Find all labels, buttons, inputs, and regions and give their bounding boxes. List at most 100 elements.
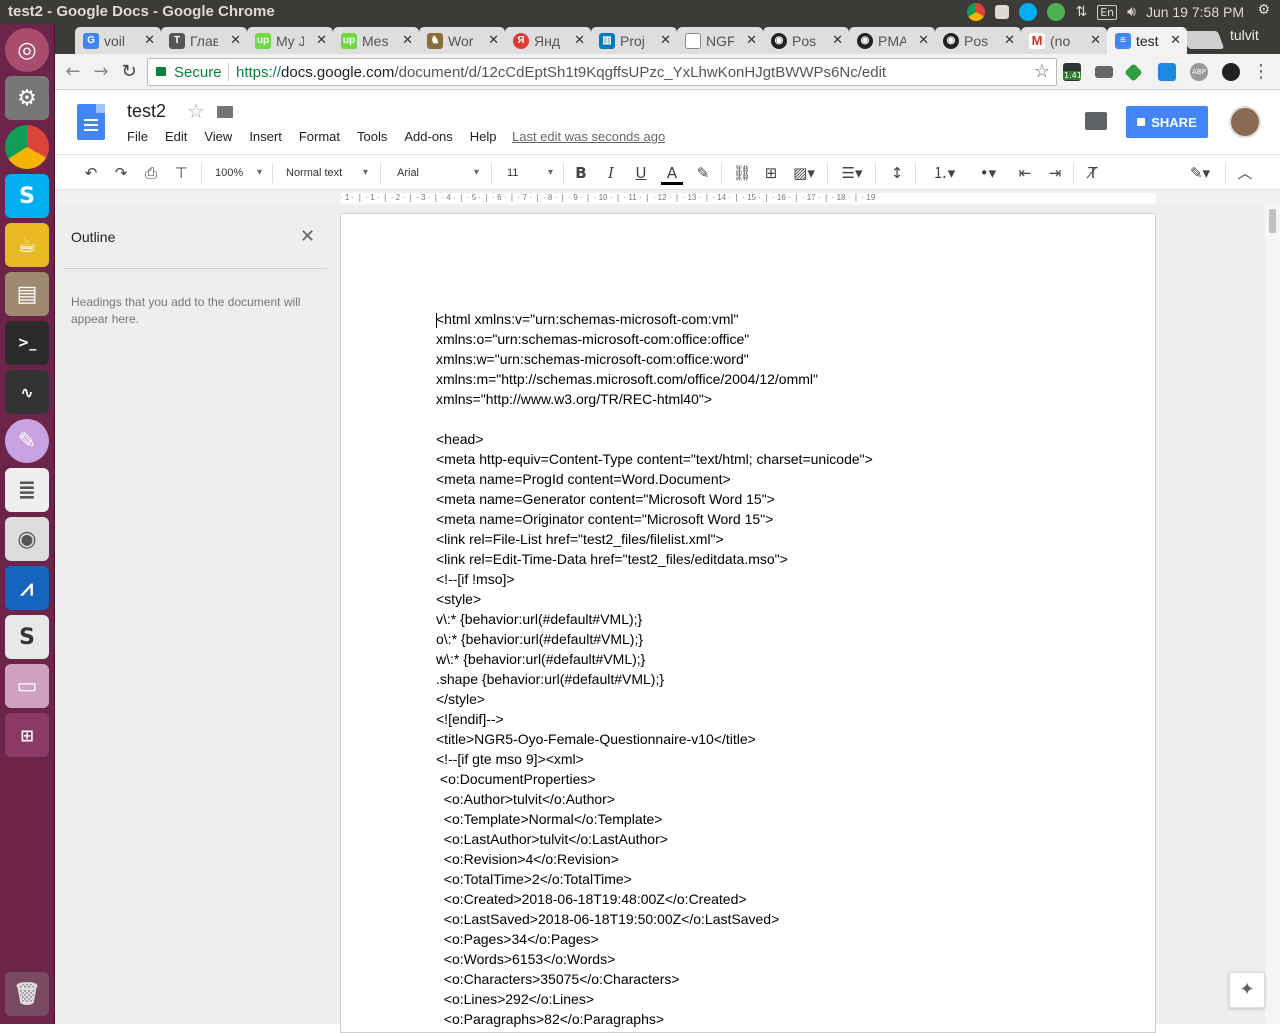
document-line[interactable]: v\:* {behavior:url(#default#VML);} (436, 609, 873, 629)
window-app-icon[interactable]: ▭ (5, 664, 49, 708)
ruler-scale[interactable]: · 1 · ❘ · 1 · ❘ · 2 · ❘ · 3 · ❘ · 4 · ❘ … (340, 193, 1156, 204)
close-tab-icon[interactable]: ✕ (574, 32, 585, 48)
clock[interactable]: Jun 19 7:58 PM (1146, 4, 1244, 20)
document-line[interactable]: <o:LastAuthor>tulvit</o:LastAuthor> (436, 829, 873, 849)
profile-button[interactable]: tulvit (1230, 27, 1280, 51)
tab[interactable]: ◉ Pos ✕ (763, 27, 849, 54)
document-line[interactable]: <!--[if !mso]> (436, 569, 873, 589)
tab[interactable]: ◉ PMA ✕ (849, 27, 935, 54)
close-tab-icon[interactable]: ✕ (746, 32, 757, 48)
increase-indent-icon[interactable]: ⇥ (1045, 163, 1065, 183)
hide-menus-icon[interactable]: ︿ (1235, 163, 1255, 183)
document-line[interactable]: <o:LastSaved>2018-06-18T19:50:00Z</o:Las… (436, 909, 873, 929)
tab-active[interactable]: ≡ test ✕ (1107, 27, 1187, 54)
menu-help[interactable]: Help (470, 129, 497, 144)
system-settings-icon[interactable]: ⚙ (5, 76, 49, 120)
chrome-icon[interactable] (5, 125, 49, 169)
slack-icon[interactable]: S (5, 615, 49, 659)
adblock-plus-icon[interactable]: ABP (1190, 63, 1208, 81)
document-line[interactable]: <o:Revision>4</o:Revision> (436, 849, 873, 869)
document-line[interactable]: <o:DocumentProperties> (436, 769, 873, 789)
close-tab-icon[interactable]: ✕ (918, 32, 929, 48)
close-tab-icon[interactable]: ✕ (832, 32, 843, 48)
document-line[interactable] (436, 409, 873, 429)
highlight-icon[interactable]: ✎ (693, 163, 713, 183)
close-icon[interactable]: ✕ (300, 226, 315, 247)
menu-tools[interactable]: Tools (357, 129, 387, 144)
document-line[interactable]: <html xmlns:v="urn:schemas-microsoft-com… (436, 309, 873, 329)
tab[interactable]: ▥ Proj ✕ (591, 27, 677, 54)
tab[interactable]: M (no ✕ (1021, 27, 1107, 54)
skype-tray-icon[interactable] (1019, 3, 1038, 21)
share-button[interactable]: SHARE (1126, 106, 1208, 138)
document-line[interactable]: xmlns:w="urn:schemas-microsoft-com:offic… (436, 349, 873, 369)
close-tab-icon[interactable]: ✕ (660, 32, 671, 48)
document-line[interactable]: <o:Characters>35075</o:Characters> (436, 969, 873, 989)
omnibox[interactable]: Secure https://docs.google.com/document/… (147, 58, 1057, 86)
folder-icon[interactable] (217, 106, 233, 118)
paragraph-style-select[interactable]: Normal text (286, 163, 368, 183)
forward-icon[interactable]: → (89, 60, 113, 84)
document-line[interactable]: <link rel=Edit-Time-Data href="test2_fil… (436, 549, 873, 569)
scrollbar-thumb[interactable] (1269, 209, 1276, 233)
document-line[interactable]: <o:Created>2018-06-18T19:48:00Z</o:Creat… (436, 889, 873, 909)
mail-extension-icon[interactable] (1095, 66, 1113, 78)
menu-format[interactable]: Format (299, 129, 340, 144)
document-line[interactable]: o\:* {behavior:url(#default#VML);} (436, 629, 873, 649)
document-line[interactable]: <o:Pages>34</o:Pages> (436, 929, 873, 949)
text-color-icon[interactable]: A (661, 163, 683, 185)
activity-monitor-icon[interactable]: ⩘ (5, 566, 49, 610)
close-tab-icon[interactable]: ✕ (144, 32, 155, 48)
skype-icon[interactable]: S (5, 174, 49, 218)
tab[interactable]: up My J ✕ (247, 27, 333, 54)
skype-extension-icon[interactable] (1158, 63, 1176, 81)
document-line[interactable]: <![endif]--> (436, 709, 873, 729)
document-line[interactable]: <o:Template>Normal</o:Template> (436, 809, 873, 829)
document-line[interactable]: xmlns:m="http://schemas.microsoft.com/of… (436, 369, 873, 389)
extension-badge-icon[interactable]: 1.41 (1063, 63, 1081, 81)
undo-icon[interactable]: ↶ (81, 163, 101, 183)
document-line[interactable]: <style> (436, 589, 873, 609)
editing-mode-icon[interactable]: ✎▾ (1183, 163, 1217, 183)
document-line[interactable]: <meta name=Originator content="Microsoft… (436, 509, 873, 529)
document-line[interactable]: <o:Author>tulvit</o:Author> (436, 789, 873, 809)
system-monitor-icon[interactable]: ∿ (5, 370, 49, 414)
avatar[interactable] (1229, 106, 1261, 138)
insert-comment-icon[interactable]: ⊞ (761, 163, 781, 183)
url-text[interactable]: https://docs.google.com/document/d/12cCd… (236, 64, 886, 81)
power-icon[interactable]: ⚙ (1257, 2, 1270, 18)
document-line[interactable]: <meta name=Generator content="Microsoft … (436, 489, 873, 509)
paint-format-icon[interactable]: ⊤ (171, 163, 191, 183)
bookmark-star-icon[interactable]: ☆ (1034, 61, 1050, 82)
keyboard-layout-indicator[interactable]: En (1097, 4, 1118, 20)
volume-icon[interactable]: 🔊︎ (1127, 4, 1136, 20)
tab[interactable]: ♞ Wor ✕ (419, 27, 505, 54)
redo-icon[interactable]: ↷ (111, 163, 131, 183)
back-icon[interactable]: ← (61, 60, 85, 84)
document-line[interactable]: <o:Words>6153</o:Words> (436, 949, 873, 969)
menu-insert[interactable]: Insert (249, 129, 282, 144)
tab[interactable]: G voil ✕ (75, 27, 161, 54)
document-line[interactable]: <head> (436, 429, 873, 449)
bulleted-list-icon[interactable]: •▾ (971, 163, 1005, 183)
document-title[interactable]: test2 (127, 101, 166, 122)
close-tab-icon[interactable]: ✕ (1004, 32, 1015, 48)
menu-view[interactable]: View (204, 129, 232, 144)
clear-formatting-icon[interactable]: T̸ (1083, 163, 1103, 183)
tab[interactable]: ◉ Pos ✕ (935, 27, 1021, 54)
green-extension-icon[interactable] (1124, 63, 1143, 82)
reload-icon[interactable]: ↻ (117, 60, 141, 84)
status-tray-icon[interactable] (1047, 3, 1066, 21)
explore-button[interactable]: ✦ (1229, 972, 1265, 1008)
document-line[interactable]: <meta name=ProgId content=Word.Document> (436, 469, 873, 489)
italic-icon[interactable]: I (601, 163, 621, 183)
tab[interactable]: up Mes ✕ (333, 27, 419, 54)
last-edit-link[interactable]: Last edit was seconds ago (512, 129, 665, 144)
docs-logo-icon[interactable] (77, 104, 105, 140)
secure-indicator[interactable]: Secure (156, 64, 222, 81)
document-line[interactable]: <o:Lines>292</o:Lines> (436, 989, 873, 1009)
document-line[interactable]: <!--[if gte mso 9]><xml> (436, 749, 873, 769)
numbered-list-icon[interactable]: ⒈▾ (927, 163, 961, 183)
document-line[interactable]: <o:TotalTime>2</o:TotalTime> (436, 869, 873, 889)
tab[interactable]: NGF ✕ (677, 27, 763, 54)
